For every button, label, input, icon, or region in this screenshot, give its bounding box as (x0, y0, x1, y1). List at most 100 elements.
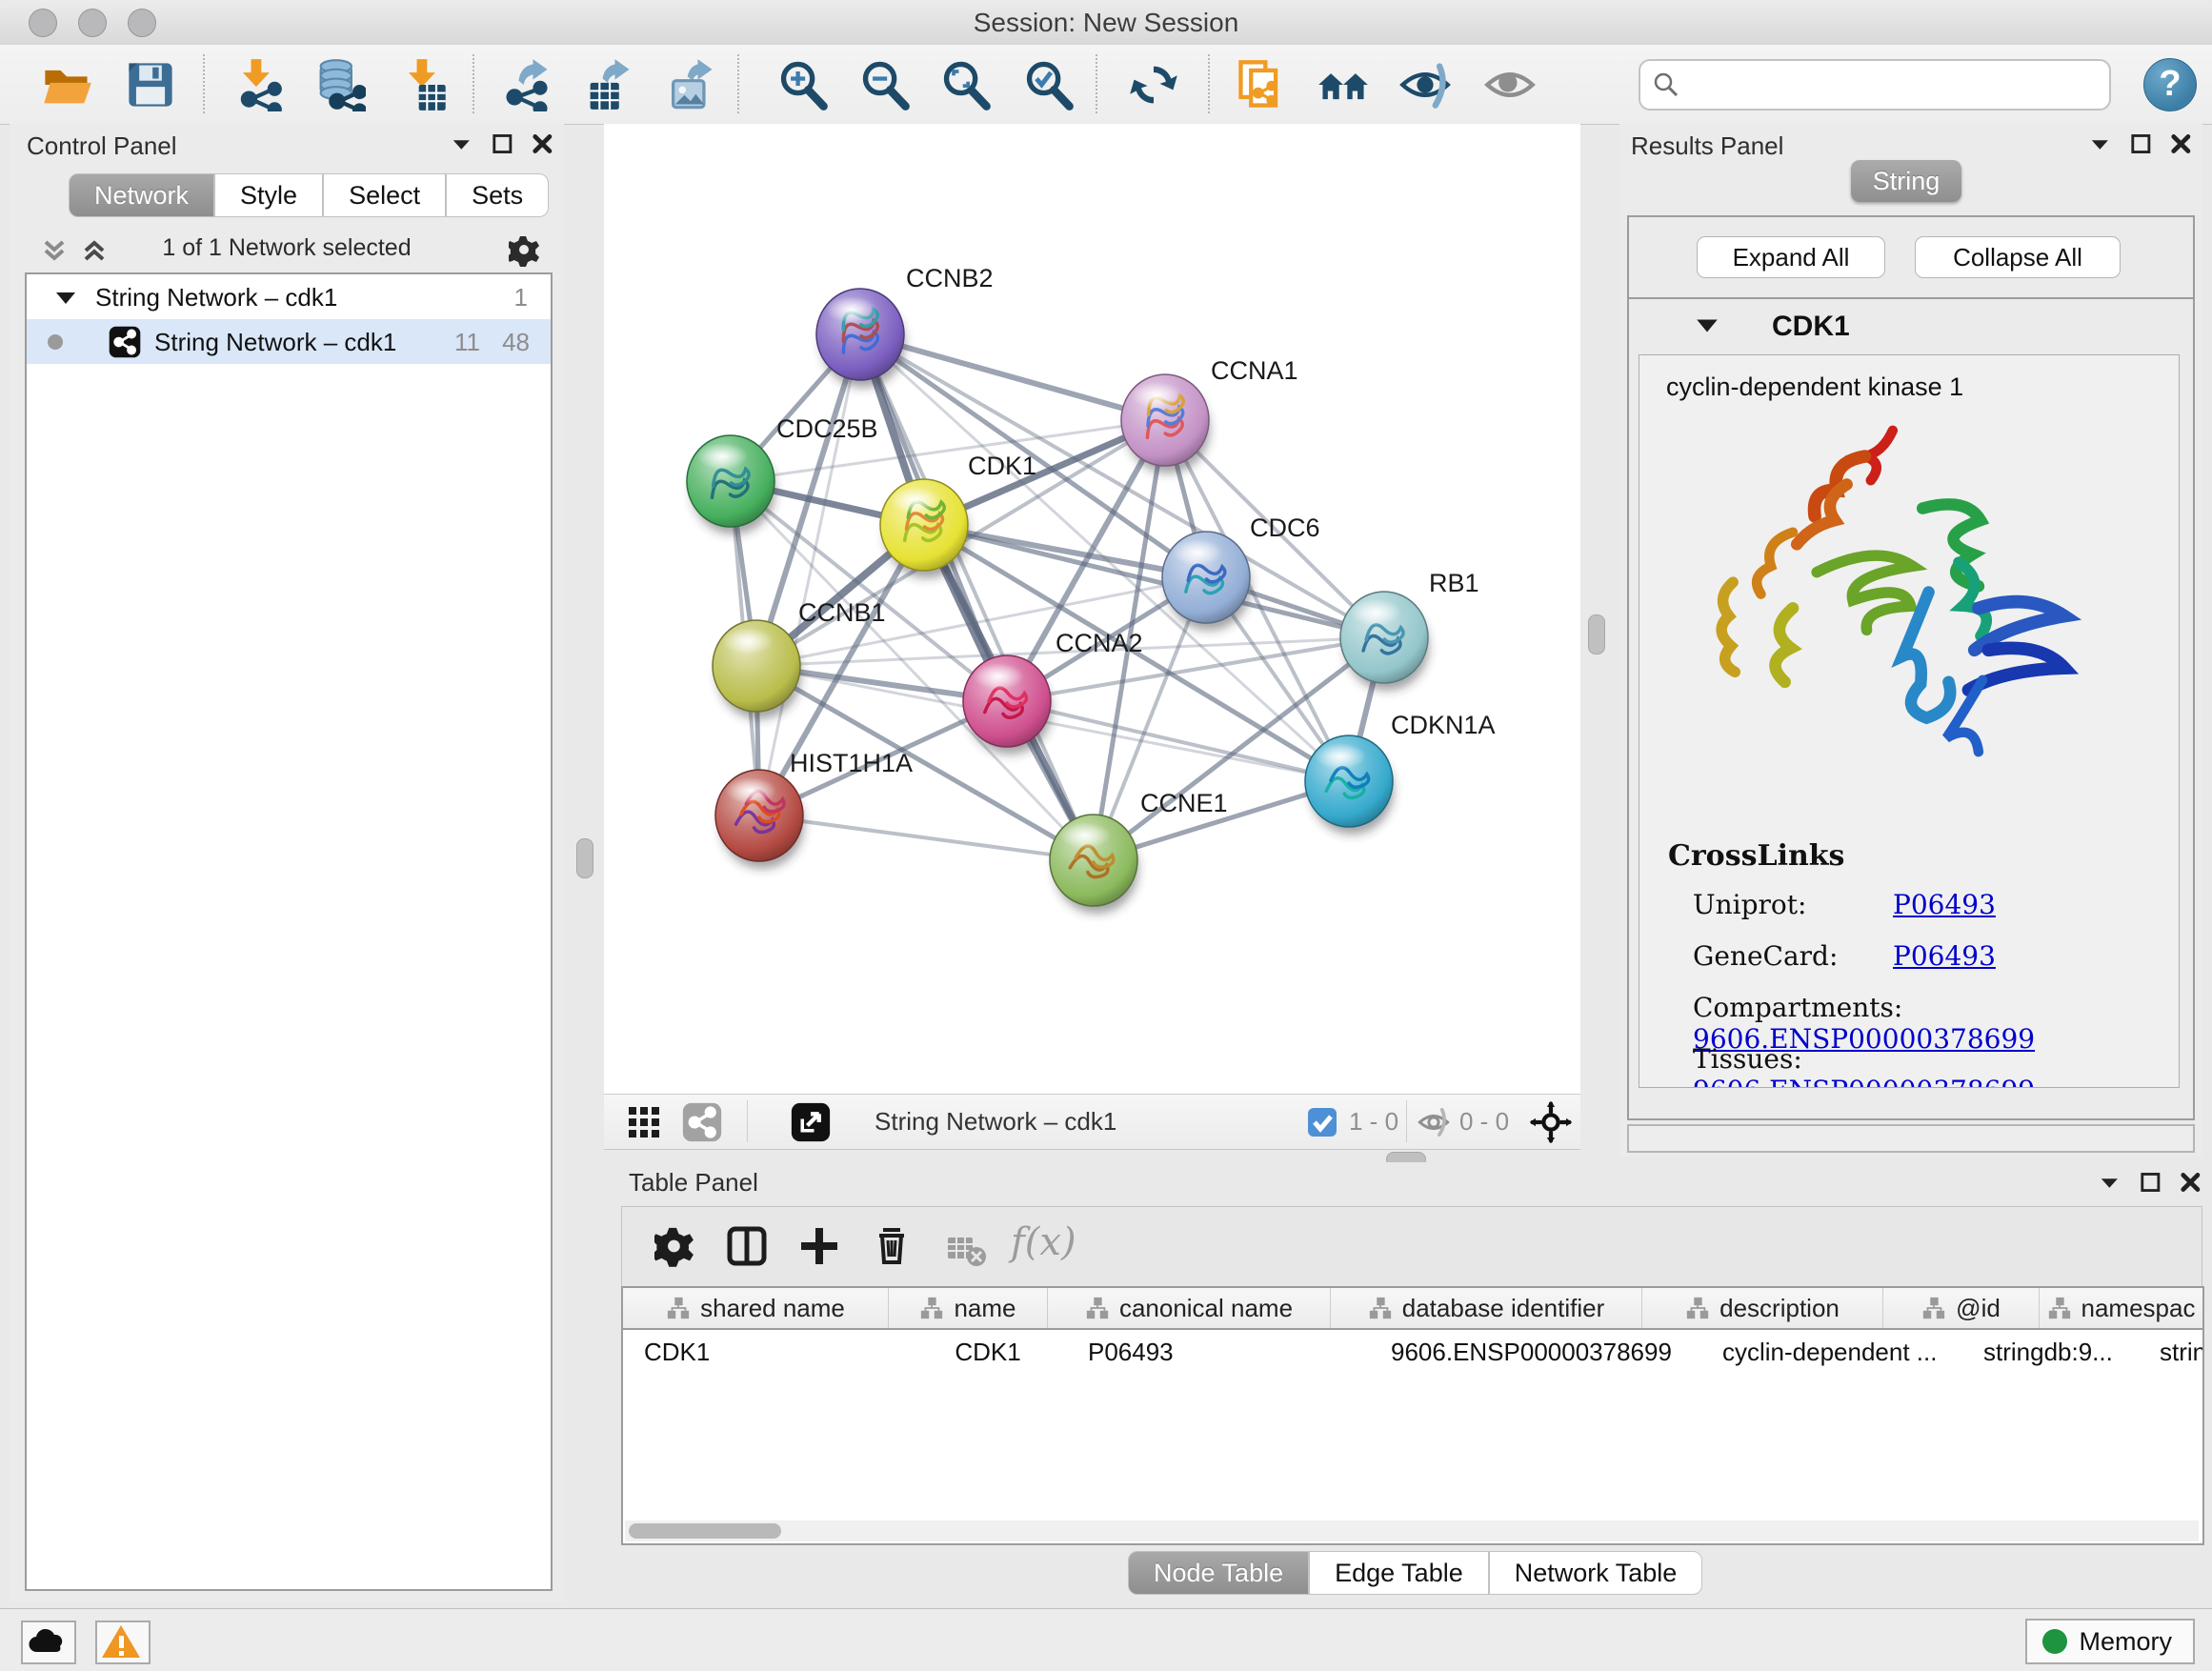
export-image-icon[interactable] (665, 58, 718, 111)
table-cell[interactable]: cyclin-dependent ... (1701, 1330, 1962, 1372)
close-panel-icon[interactable] (2179, 1170, 2202, 1195)
help-button[interactable]: ? (2143, 58, 2197, 111)
export-network-icon[interactable] (500, 58, 553, 111)
entry-header[interactable]: CDK1 (1631, 299, 2189, 352)
import-table-icon[interactable] (396, 58, 450, 111)
network-edge-HIST1H1A-CCNE1[interactable] (759, 815, 1094, 860)
zoom-selected-icon[interactable] (1022, 58, 1076, 111)
network-node-CCNB1[interactable] (713, 620, 801, 719)
network-collection-row[interactable]: String Network – cdk1 1 (27, 274, 551, 319)
network-node-CCNB2[interactable] (816, 289, 905, 388)
network-node-CCNA1[interactable] (1121, 374, 1210, 473)
table-cell[interactable]: stringdb:9... (1962, 1330, 2139, 1372)
network-edge-CCNB2-CCNE1[interactable] (860, 334, 1094, 860)
tab-select[interactable]: Select (323, 173, 446, 217)
entry-expander-icon[interactable] (1694, 312, 1720, 339)
column-header-canonical-name[interactable]: canonical name (1048, 1288, 1331, 1328)
table-cell[interactable]: 9606.ENSP00000378699 (1370, 1330, 1701, 1372)
import-network-database-icon[interactable] (312, 58, 366, 111)
network-edge-CCNB2-HIST1H1A[interactable] (759, 334, 860, 815)
crosslink-link[interactable]: P06493 (1893, 940, 1996, 972)
node-label-CCNA1: CCNA1 (1211, 356, 1298, 385)
show-columns-icon[interactable] (725, 1224, 769, 1268)
tab-network-table[interactable]: Network Table (1489, 1551, 1703, 1595)
table-cell[interactable]: CDK1 (909, 1330, 1067, 1372)
save-session-icon[interactable] (124, 58, 177, 111)
export-table-icon[interactable] (582, 58, 635, 111)
splitter-handle-right[interactable] (1588, 614, 1605, 654)
delete-column-icon[interactable] (870, 1224, 914, 1268)
network-node-CDKN1A[interactable] (1305, 735, 1394, 835)
table-row[interactable]: CDK1CDK1P064939606.ENSP00000378699cyclin… (623, 1330, 2202, 1372)
collapse-all-button[interactable]: Collapse All (1915, 236, 2121, 278)
table-cell[interactable]: stringdb (2139, 1330, 2204, 1372)
splitter-handle-left[interactable] (576, 838, 593, 878)
hide-selected-icon[interactable] (1398, 58, 1452, 111)
tab-network[interactable]: Network (69, 173, 214, 217)
network-node-CCNE1[interactable] (1050, 815, 1138, 914)
show-all-icon[interactable] (1483, 58, 1537, 111)
tab-sets[interactable]: Sets (446, 173, 549, 217)
table-cell[interactable]: CDK1 (623, 1330, 909, 1372)
birds-eye-view-icon[interactable] (1530, 1101, 1572, 1143)
collection-expander-icon[interactable] (53, 286, 78, 311)
detach-view-icon[interactable] (791, 1102, 831, 1142)
network-view-icon[interactable] (682, 1102, 722, 1142)
float-panel-icon[interactable] (450, 131, 473, 156)
cloud-icon (26, 1625, 68, 1658)
float-panel-icon[interactable] (2098, 1170, 2122, 1195)
close-panel-icon[interactable] (2169, 131, 2193, 156)
refresh-layout-icon[interactable] (1127, 58, 1180, 111)
scrollbar-thumb[interactable] (629, 1523, 781, 1539)
maximize-panel-icon[interactable] (2129, 131, 2153, 156)
copy-network-icon[interactable] (1235, 58, 1288, 111)
memory-button[interactable]: Memory (2025, 1619, 2195, 1664)
column-header-description[interactable]: description (1642, 1288, 1883, 1328)
node-label-CDC25B: CDC25B (776, 414, 878, 443)
float-panel-icon[interactable] (2088, 131, 2112, 156)
grid-view-icon[interactable] (625, 1103, 663, 1141)
zoom-out-icon[interactable] (858, 58, 912, 111)
network-options-gear-icon[interactable] (509, 232, 543, 267)
tab-node-table[interactable]: Node Table (1128, 1551, 1309, 1595)
network-edge-CCNA2-CDKN1A[interactable] (1007, 701, 1349, 781)
close-panel-icon[interactable] (531, 131, 554, 156)
column-header-id[interactable]: @id (1883, 1288, 2040, 1328)
column-header-namespac[interactable]: namespac (2040, 1288, 2203, 1328)
crosslink-link[interactable]: 9606.ENSP00000378699 (1693, 1075, 2035, 1088)
crosslink-link[interactable]: P06493 (1893, 889, 1996, 920)
tab-edge-table[interactable]: Edge Table (1309, 1551, 1489, 1595)
results-scroll-strip (1627, 1124, 2195, 1153)
warnings-button[interactable] (95, 1621, 151, 1664)
zoom-in-icon[interactable] (776, 58, 830, 111)
column-header-database-identifier[interactable]: database identifier (1331, 1288, 1642, 1328)
home-networks-icon[interactable] (1317, 58, 1370, 111)
selected-nodes-checkbox[interactable] (1306, 1106, 1338, 1138)
table-options-gear-icon[interactable] (654, 1224, 698, 1268)
network-node-HIST1H1A[interactable] (715, 770, 804, 869)
network-graph[interactable]: CCNB2CCNA1CDC25BCDK1CDC6RB1CCNB1CCNA2CDK… (604, 124, 1580, 1094)
search-input[interactable] (1688, 65, 2092, 103)
toolbar-separator (737, 54, 739, 113)
maximize-panel-icon[interactable] (491, 131, 514, 156)
tab-string[interactable]: String (1851, 160, 1961, 202)
import-network-icon[interactable] (231, 58, 284, 111)
table-cell[interactable]: P06493 (1067, 1330, 1370, 1372)
horizontal-scrollbar[interactable] (625, 1520, 2199, 1541)
column-header-name[interactable]: name (889, 1288, 1048, 1328)
network-canvas[interactable]: CCNB2CCNA1CDC25BCDK1CDC6RB1CCNB1CCNA2CDK… (604, 124, 1580, 1094)
network-row-selected[interactable]: String Network – cdk1 11 48 (27, 319, 551, 364)
column-header-shared-name[interactable]: shared name (623, 1288, 889, 1328)
network-node-CDK1[interactable] (880, 479, 969, 578)
tab-style[interactable]: Style (214, 173, 323, 217)
network-node-CDC6[interactable] (1162, 532, 1251, 631)
add-column-icon[interactable] (797, 1224, 841, 1268)
network-node-CDC25B[interactable] (687, 435, 775, 534)
expand-all-button[interactable]: Expand All (1697, 236, 1885, 278)
cloud-button[interactable] (21, 1621, 76, 1664)
network-node-RB1[interactable] (1340, 592, 1429, 691)
open-file-icon[interactable] (40, 58, 93, 111)
search-box[interactable] (1639, 59, 2111, 111)
maximize-panel-icon[interactable] (2139, 1170, 2162, 1195)
zoom-fit-icon[interactable] (939, 58, 993, 111)
